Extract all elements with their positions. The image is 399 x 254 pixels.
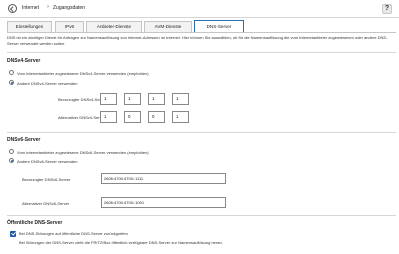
fallback-description: Bei Störungen der DNS-Server zieht die F… bbox=[19, 240, 223, 245]
back-arrow-icon[interactable] bbox=[8, 4, 17, 13]
tab-dns-server[interactable]: DNS-Server bbox=[194, 20, 244, 32]
breadcrumb-internet[interactable]: Internet bbox=[22, 5, 39, 11]
tab-divider bbox=[7, 32, 396, 33]
dnsv4-preferred-octet-4[interactable]: 1 bbox=[172, 93, 189, 105]
divider bbox=[7, 52, 396, 53]
fallback-section-title: Öffentliche DNS-Server bbox=[7, 220, 63, 226]
intro-text: DNS ist ein wichtiger Dienst für Anfrage… bbox=[7, 35, 388, 46]
divider bbox=[7, 132, 396, 133]
dnsv6-preferred-input[interactable]: 2606:4700:4700::1111 bbox=[101, 173, 226, 184]
dnsv6-other-label: Andere DNSv6-Server verwenden bbox=[17, 158, 78, 164]
breadcrumb-separator-icon: › bbox=[47, 4, 49, 10]
tab-anbieter-dienste[interactable]: Anbieter-Dienste bbox=[86, 21, 142, 32]
tab-avm-dienste[interactable]: AVM-Dienste bbox=[144, 21, 192, 32]
top-bar: Internet › Zugangsdaten ? bbox=[0, 0, 399, 18]
dnsv4-alternate-octet-2[interactable]: 0 bbox=[124, 111, 141, 123]
divider bbox=[7, 215, 396, 216]
dnsv6-provider-label: Vom Internetanbieter zugewiesene DNSv6-S… bbox=[17, 149, 149, 155]
dnsv4-provider-label: Vom Internetanbieter zugewiesene DNSv4-S… bbox=[17, 70, 149, 76]
dnsv4-preferred-octet-3[interactable]: 1 bbox=[148, 93, 165, 105]
dnsv4-alternate-octet-1[interactable]: 1 bbox=[100, 111, 117, 123]
breadcrumb-zugangsdaten: Zugangsdaten bbox=[53, 5, 85, 11]
dnsv4-section-title: DNSv4-Server bbox=[7, 58, 41, 64]
tab-einstellungen[interactable]: Einstellungen bbox=[7, 21, 52, 32]
dnsv4-alternate-octet-4[interactable]: 1 bbox=[172, 111, 189, 123]
dnsv4-preferred-octet-1[interactable]: 1 bbox=[100, 93, 117, 105]
fallback-checkbox-label: Bei DNS-Störungen auf öffentliche DNS-Se… bbox=[19, 231, 128, 236]
tab-ipv6[interactable]: IPv6 bbox=[55, 21, 84, 32]
dnsv4-preferred-octet-2[interactable]: 1 bbox=[124, 93, 141, 105]
dnsv4-alternate-octet-3[interactable]: 0 bbox=[148, 111, 165, 123]
dnsv6-other-radio[interactable] bbox=[9, 158, 14, 163]
dnsv4-provider-radio[interactable] bbox=[9, 70, 14, 75]
dnsv4-other-label: Andere DNSv4-Server verwenden bbox=[17, 80, 78, 86]
dnsv4-alternate-label: Alternativer DNSv4-Server bbox=[58, 115, 106, 120]
dnsv6-provider-radio[interactable] bbox=[9, 149, 14, 154]
dnsv6-alternate-input[interactable]: 2606:4700:4700::1001 bbox=[101, 197, 226, 208]
dnsv6-section-title: DNSv6-Server bbox=[7, 137, 41, 143]
dnsv6-alternate-label: Alternativer DNSv6-Server bbox=[22, 200, 70, 206]
help-button[interactable]: ? bbox=[382, 4, 392, 14]
dnsv6-preferred-label: Bevorzugter DNSv6-Server bbox=[22, 176, 71, 182]
fallback-checkbox[interactable] bbox=[10, 230, 16, 237]
dnsv4-other-radio[interactable] bbox=[9, 80, 14, 85]
